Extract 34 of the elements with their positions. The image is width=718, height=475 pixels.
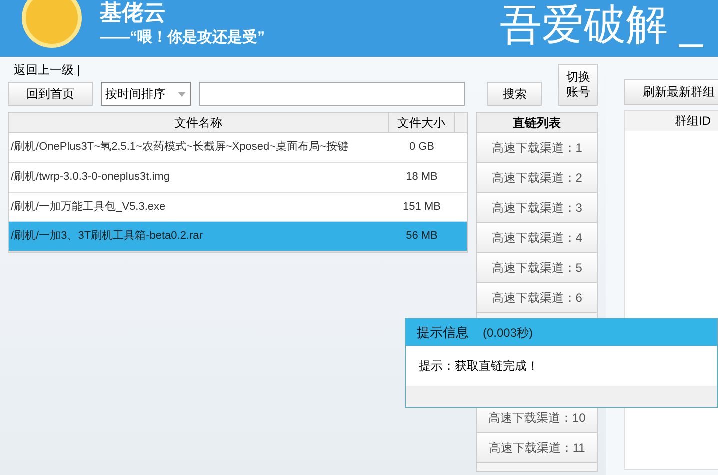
- column-header[interactable]: 文件名称: [9, 113, 389, 132]
- column-header: 直链列表: [477, 113, 597, 133]
- file-size: 151 MB: [402, 200, 442, 215]
- column-header[interactable]: 群组ID: [625, 111, 718, 131]
- refresh-groups-button[interactable]: 刷新最新群组: [624, 79, 718, 105]
- sort-dropdown[interactable]: 按时间排序: [100, 82, 192, 106]
- link-button[interactable]: 高速下载渠道：1: [477, 133, 597, 163]
- dialog-message: 提示：获取直链完成！: [419, 358, 539, 375]
- logo-text: 基佬云: [100, 1, 167, 25]
- search-button[interactable]: 搜索: [487, 82, 542, 106]
- file-row[interactable]: /刷机/一加万能工具包_V5.3.exe 151 MB: [9, 192, 468, 222]
- link-button[interactable]: 高速下载渠道：11: [477, 433, 597, 463]
- file-name: /刷机/一加3、3T刷机工具箱-beta0.2.rar: [10, 229, 204, 244]
- banner-title: 吾爱破解 _: [500, 1, 704, 49]
- dialog-time: (0.003秒): [483, 324, 534, 342]
- file-name: /刷机/一加万能工具包_V5.3.exe: [10, 200, 167, 215]
- file-size: 18 MB: [405, 170, 439, 185]
- slogan-text: ——“喂！你是攻还是受”: [100, 28, 265, 48]
- link-button[interactable]: 高速下载渠道：2: [477, 163, 597, 193]
- link-button[interactable]: 高速下载渠道：4: [477, 223, 597, 253]
- file-size: 0 GB: [408, 140, 436, 156]
- link-button[interactable]: 高速下载渠道：5: [477, 253, 597, 283]
- file-name: /刷机/OnePlus3T~氢2.5.1~农药模式~长截屏~Xposed~桌面布局~按键: [10, 140, 350, 156]
- dialog-title: 提示信息: [417, 324, 469, 342]
- link-button[interactable]: 高速下载渠道：3: [477, 193, 597, 223]
- column-header[interactable]: 文件大小: [389, 113, 455, 132]
- path-text[interactable]: 返回上一级 |: [14, 61, 80, 79]
- switch-account-button[interactable]: 切换账号: [558, 64, 598, 106]
- link-button[interactable]: 高速下载渠道：6: [477, 283, 597, 313]
- file-row[interactable]: /刷机/一加3、3T刷机工具箱-beta0.2.rar 56 MB: [9, 222, 468, 252]
- file-name: /刷机/twrp-3.0.3-0-oneplus3t.img: [10, 170, 171, 185]
- home-button[interactable]: 回到首页: [8, 82, 93, 106]
- search-field[interactable]: [199, 82, 466, 106]
- file-size: 56 MB: [405, 229, 439, 244]
